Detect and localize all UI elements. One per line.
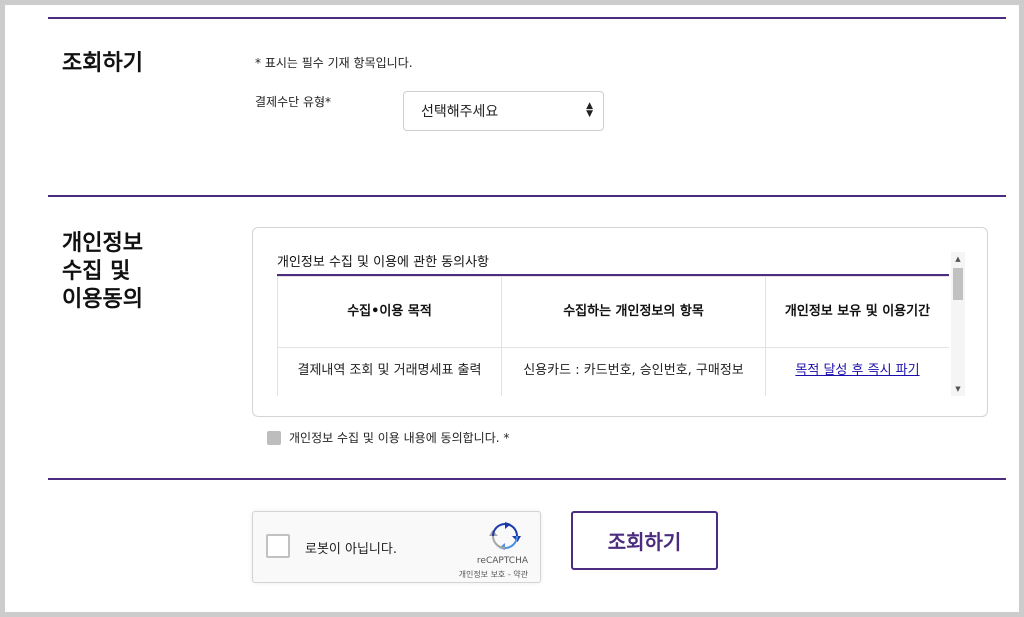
section-divider-top bbox=[48, 17, 1006, 19]
consent-header-purpose: 수집•이용 목적 bbox=[277, 276, 502, 348]
consent-heading: 개인정보 수집 및 이용에 관한 동의사항 bbox=[277, 252, 949, 276]
payment-type-label: 결제수단 유형* bbox=[255, 95, 332, 109]
consent-agree[interactable]: 개인정보 수집 및 이용 내용에 동의합니다. * bbox=[267, 429, 509, 446]
section-divider-middle bbox=[48, 195, 1006, 197]
consent-scroll-box[interactable]: 개인정보 수집 및 이용에 관한 동의사항 수집•이용 목적 수집하는 개인정보… bbox=[252, 227, 988, 417]
recaptcha-brand: reCAPTCHA bbox=[476, 556, 528, 566]
required-note: * 표시는 필수 기재 항목입니다. bbox=[255, 56, 413, 70]
payment-type-value: 선택해주세요 bbox=[421, 104, 499, 120]
recaptcha-widget: 로봇이 아닙니다. reCAPTCHA 개인정보 보호 - 약관 bbox=[252, 511, 541, 583]
privacy-title-line3: 이용동의 bbox=[62, 287, 143, 312]
section-divider-bottom bbox=[48, 478, 1006, 480]
privacy-title-line2: 수집 및 bbox=[62, 259, 131, 284]
recaptcha-logo-icon bbox=[489, 522, 521, 550]
lookup-section-title: 조회하기 bbox=[62, 51, 143, 76]
payment-type-select[interactable]: 선택해주세요 ▲ ▼ bbox=[403, 91, 604, 131]
privacy-title-line1: 개인정보 bbox=[62, 231, 143, 256]
recaptcha-links[interactable]: 개인정보 보호 - 약관 bbox=[459, 569, 528, 580]
consent-cell-purpose: 결제내역 조회 및 거래명세표 출력 bbox=[277, 347, 502, 396]
consent-header-period: 개인정보 보유 및 이용기간 bbox=[765, 276, 949, 348]
page-frame: 조회하기 * 표시는 필수 기재 항목입니다. 결제수단 유형* 선택해주세요 … bbox=[5, 5, 1019, 612]
consent-content: 개인정보 수집 및 이용에 관한 동의사항 수집•이용 목적 수집하는 개인정보… bbox=[277, 252, 949, 396]
recaptcha-label: 로봇이 아닙니다. bbox=[305, 542, 397, 557]
retention-period-link[interactable]: 목적 달성 후 즉시 파기 bbox=[795, 363, 919, 378]
consent-cell-items: 신용카드 : 카드번호, 승인번호, 구매정보 bbox=[501, 347, 766, 396]
consent-table-header-row: 수집•이용 목적 수집하는 개인정보의 항목 개인정보 보유 및 이용기간 bbox=[277, 276, 949, 348]
select-updown-icon: ▲ ▼ bbox=[586, 101, 593, 119]
lookup-submit-button[interactable]: 조회하기 bbox=[571, 511, 718, 570]
scroll-thumb[interactable] bbox=[953, 268, 963, 300]
consent-scrollbar[interactable]: ▲ ▼ bbox=[951, 252, 965, 396]
scroll-down-arrow-icon[interactable]: ▼ bbox=[951, 382, 965, 396]
recaptcha-checkbox[interactable] bbox=[266, 534, 290, 558]
consent-table: 수집•이용 목적 수집하는 개인정보의 항목 개인정보 보유 및 이용기간 결제… bbox=[277, 276, 949, 396]
consent-cell-period: 목적 달성 후 즉시 파기 bbox=[765, 347, 949, 396]
consent-agree-label: 개인정보 수집 및 이용 내용에 동의합니다. * bbox=[289, 431, 510, 445]
privacy-section-title: 개인정보 수집 및 이용동의 bbox=[62, 230, 143, 314]
table-row: 결제내역 조회 및 거래명세표 출력 신용카드 : 카드번호, 승인번호, 구매… bbox=[277, 347, 949, 396]
scroll-up-arrow-icon[interactable]: ▲ bbox=[951, 252, 965, 266]
consent-checkbox[interactable] bbox=[267, 430, 281, 445]
consent-header-items: 수집하는 개인정보의 항목 bbox=[501, 276, 766, 348]
